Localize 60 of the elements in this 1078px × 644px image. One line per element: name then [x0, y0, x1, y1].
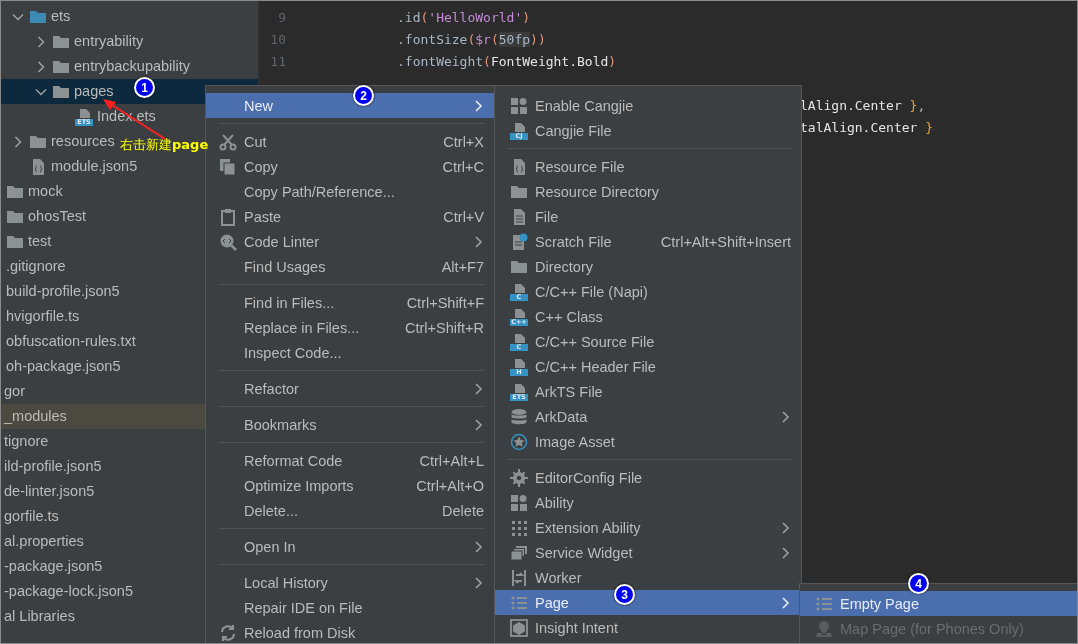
gear-icon — [510, 468, 528, 487]
code-line: lAlign.Center }, — [800, 97, 926, 113]
menu-item[interactable]: Reload from Disk — [206, 620, 494, 643]
magnifier-icon — [219, 232, 237, 251]
line-number: 10 — [269, 31, 286, 47]
menu-item[interactable]: Local History — [206, 570, 494, 595]
menu-item[interactable]: Resource Directory — [495, 179, 801, 204]
grid-icon — [510, 493, 528, 512]
menu-item[interactable]: Open In — [206, 534, 494, 559]
refresh-icon — [219, 623, 237, 642]
menu-item[interactable]: Service Widget — [495, 540, 801, 565]
database-icon — [510, 407, 528, 426]
code-line: .fontSize($r(50fp)) — [397, 31, 546, 47]
swap-arrows-icon — [510, 568, 528, 587]
tree-item[interactable]: entryability — [1, 29, 258, 54]
menu-item[interactable]: Find Usages Alt+F7 — [206, 254, 494, 279]
menu-item[interactable]: Resource File — [495, 154, 801, 179]
menu-item[interactable]: Copy Ctrl+C — [206, 154, 494, 179]
menu-item[interactable]: Find in Files... Ctrl+Shift+F — [206, 290, 494, 315]
scratch-file-icon — [510, 232, 528, 251]
map-pin-icon — [815, 619, 833, 638]
menu-item[interactable]: Paste Ctrl+V — [206, 204, 494, 229]
windows-icon — [510, 543, 528, 562]
menu-item[interactable]: Inspect Code... — [206, 340, 494, 365]
annotation-note: 右击新建page — [120, 136, 209, 154]
menu-item[interactable]: Empty Page — [800, 591, 1077, 616]
menu-item[interactable]: Repair IDE on File — [206, 595, 494, 620]
tree-item[interactable]: entrybackupability — [1, 54, 258, 79]
line-number: 9 — [277, 9, 286, 25]
menu-item[interactable]: File — [495, 204, 801, 229]
menu-item[interactable]: Copy Path/Reference... — [206, 179, 494, 204]
line-number: 11 — [269, 53, 286, 69]
chevron-right-icon[interactable] — [12, 135, 24, 148]
dots-grid-icon — [510, 518, 528, 537]
code-line: .fontWeight(FontWeight.Bold) — [397, 53, 617, 69]
menu-item[interactable]: Refactor — [206, 376, 494, 401]
menu-item[interactable]: Delete... Delete — [206, 498, 494, 523]
tree-item[interactable]: ets — [1, 4, 258, 29]
scissors-icon — [219, 132, 237, 151]
copy-icon — [219, 157, 237, 176]
menu-item[interactable]: Insight Intent — [495, 615, 801, 640]
menu-item[interactable]: Optimize Imports Ctrl+Alt+O — [206, 473, 494, 498]
menu-item[interactable]: Code Linter — [206, 229, 494, 254]
clipboard-icon — [219, 207, 237, 226]
menu-item[interactable]: Extension Ability — [495, 515, 801, 540]
menu-item[interactable]: Reformat Code Ctrl+Alt+L — [206, 448, 494, 473]
code-line: .id('HelloWorld') — [397, 9, 531, 25]
menu-item[interactable]: Scratch File Ctrl+Alt+Shift+Insert — [495, 229, 801, 254]
chevron-right-icon[interactable] — [35, 60, 47, 73]
menu-item[interactable]: Directory — [495, 254, 801, 279]
code-line: talAlign.Center } — [800, 119, 934, 135]
menu-item[interactable]: Ability — [495, 490, 801, 515]
menu-item[interactable]: Enable Cangjie — [495, 93, 801, 118]
menu-item[interactable]: ArkData — [495, 404, 801, 429]
menu-item[interactable]: Image Asset — [495, 429, 801, 454]
menu-item[interactable]: EditorConfig File — [495, 465, 801, 490]
grid-icon — [510, 96, 528, 115]
cube-icon — [510, 618, 528, 637]
chevron-right-icon[interactable] — [35, 35, 47, 48]
menu-item[interactable]: Replace in Files... Ctrl+Shift+R — [206, 315, 494, 340]
